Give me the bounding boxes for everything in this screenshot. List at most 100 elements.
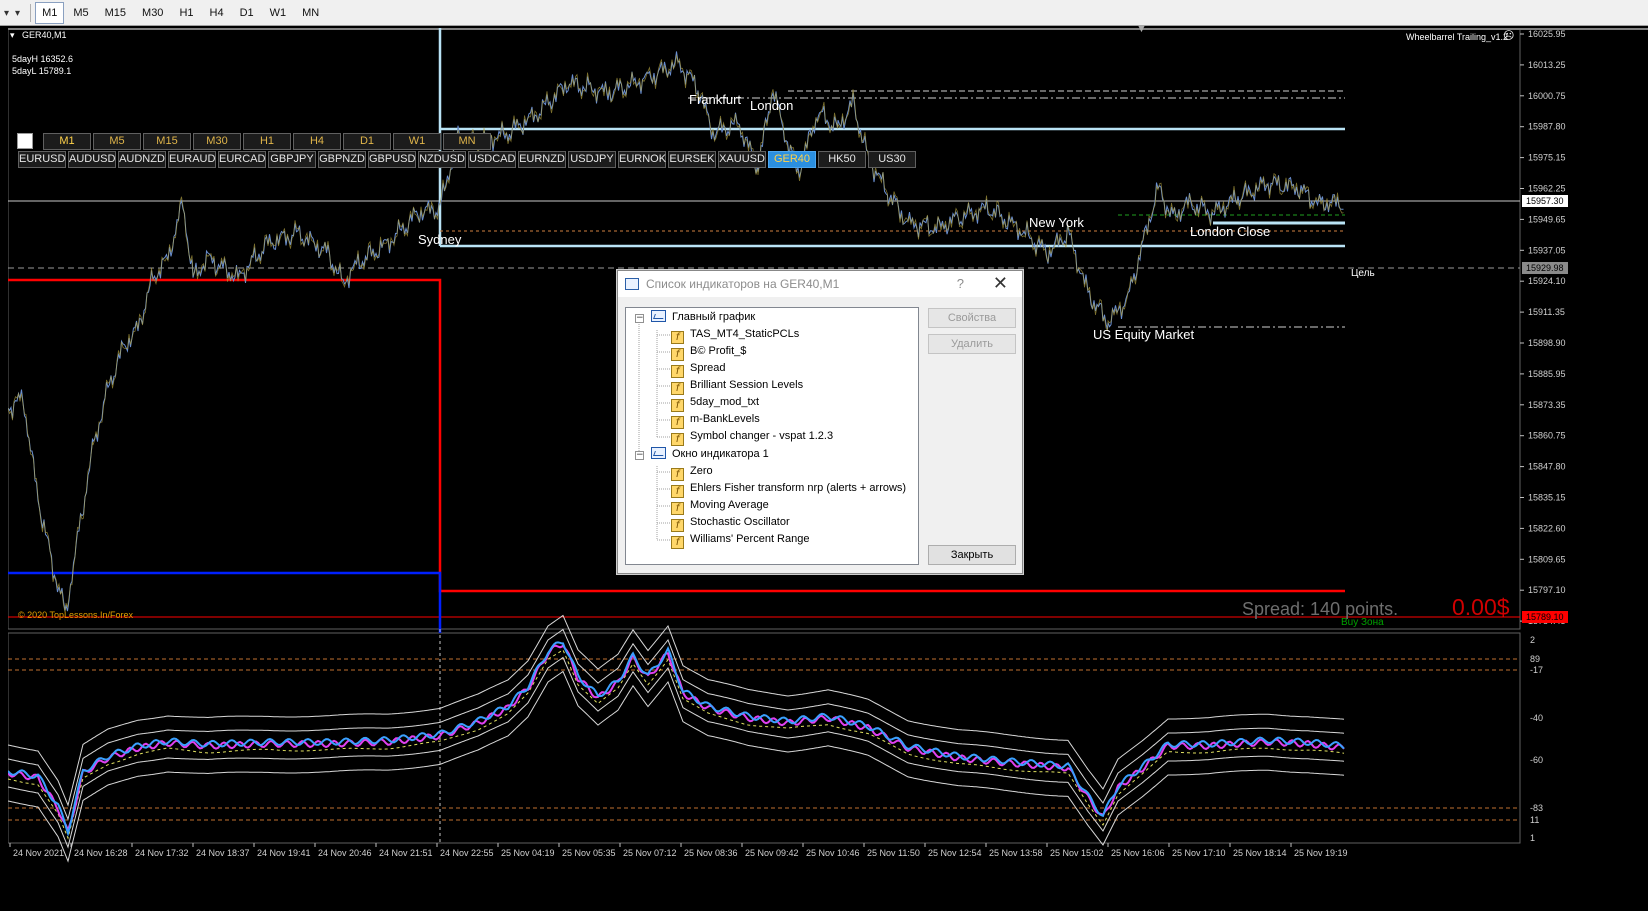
sc-symbol-eurnzd[interactable]: EURNZD xyxy=(518,151,566,168)
time-axis-label: 25 Nov 12:54 xyxy=(928,848,982,858)
sc-symbol-hk50[interactable]: HK50 xyxy=(818,151,866,168)
sc-symbol-eurcad[interactable]: EURCAD xyxy=(218,151,266,168)
envelope-band-line xyxy=(7,670,1345,863)
time-axis-label: 24 Nov 20:46 xyxy=(318,848,372,858)
sc-symbol-gbpjpy[interactable]: GBPJPY xyxy=(268,151,316,168)
sc-symbol-gbpnzd[interactable]: GBPNZD xyxy=(318,151,366,168)
price-axis-label: 15860.75 xyxy=(1528,431,1566,441)
time-axis-label: 25 Nov 08:36 xyxy=(684,848,738,858)
tree-indicator-item[interactable]: f m-BankLevels xyxy=(671,411,760,429)
sc-symbol-nzdusd[interactable]: NZDUSD xyxy=(418,151,466,168)
sc-symbol-ger40[interactable]: GER40 xyxy=(768,151,816,168)
price-axis-label: 15937.05 xyxy=(1528,245,1566,255)
sc-symbol-usdcad[interactable]: USDCAD xyxy=(468,151,516,168)
price-axis-label: 15911.35 xyxy=(1528,307,1565,317)
sc-symbol-xauusd[interactable]: XAUUSD xyxy=(718,151,766,168)
toolbar-tf-m1[interactable]: M1 xyxy=(35,2,65,24)
target-price-tag: 15929.98 xyxy=(1526,263,1564,273)
price-axis-label: 15797.10 xyxy=(1528,585,1566,595)
toolbar-dropdown-icon-2[interactable]: ▾ xyxy=(15,8,20,19)
time-axis-label: 24 Nov 21:51 xyxy=(379,848,433,858)
sc-tf-m1[interactable]: M1 xyxy=(43,133,91,150)
tree-indicator-item[interactable]: f B© Profit_$ xyxy=(671,343,746,361)
sc-tf-w1[interactable]: W1 xyxy=(393,133,441,150)
price-axis-label: 15975.15 xyxy=(1528,153,1566,163)
sc-tf-mn[interactable]: MN xyxy=(443,133,491,150)
price-axis-label: 15949.65 xyxy=(1528,214,1566,224)
time-axis-label: 24 Nov 16:28 xyxy=(74,848,128,858)
toolbar-tf-d1[interactable]: D1 xyxy=(233,2,261,24)
sc-symbol-eurusd[interactable]: EURUSD xyxy=(18,151,66,168)
tree-indicator-label: Williams' Percent Range xyxy=(690,533,810,545)
time-axis-label: 24 Nov 22:55 xyxy=(440,848,494,858)
sc-tf-m15[interactable]: M15 xyxy=(143,133,191,150)
delete-button[interactable]: Удалить xyxy=(928,334,1016,354)
indicator-window-icon xyxy=(651,447,666,459)
tree-indicator-item[interactable]: f 5day_mod_txt xyxy=(671,394,759,412)
tree-indicator-item[interactable]: f Ehlers Fisher transform nrp (alerts + a… xyxy=(671,480,906,498)
properties-button[interactable]: Свойства xyxy=(928,308,1016,328)
sc-symbol-eursek[interactable]: EURSEK xyxy=(668,151,716,168)
collapse-sub-window-icon[interactable]: − xyxy=(635,451,644,460)
time-axis-label: 25 Nov 10:46 xyxy=(806,848,860,858)
symbol-changer-toggle[interactable] xyxy=(17,133,33,149)
sc-symbol-usdjpy[interactable]: USDJPY xyxy=(568,151,616,168)
sc-tf-m5[interactable]: M5 xyxy=(93,133,141,150)
tree-indicator-item[interactable]: f Brilliant Session Levels xyxy=(671,377,803,395)
sc-symbol-audusd[interactable]: AUDUSD xyxy=(68,151,116,168)
close-button[interactable]: Закрыть xyxy=(928,545,1016,565)
tree-sub-window-label: Окно индикатора 1 xyxy=(672,448,769,460)
tree-indicator-label: m-BankLevels xyxy=(690,413,760,425)
tree-indicator-item[interactable]: f Spread xyxy=(671,360,725,378)
tree-indicator-item[interactable]: f Moving Average xyxy=(671,497,769,515)
chart-collapse-icon[interactable]: ▾ xyxy=(10,30,15,41)
sc-symbol-us30[interactable]: US30 xyxy=(868,151,916,168)
tree-indicator-item[interactable]: f TAS_MT4_StaticPCLs xyxy=(671,326,800,344)
sc-tf-m30[interactable]: M30 xyxy=(193,133,241,150)
price-axis-label: 16025.95 xyxy=(1528,29,1566,39)
profit-text: 0.00$ xyxy=(1452,594,1510,620)
envelope-band-line xyxy=(7,628,1345,821)
session-label-us-equity: US Equity Market xyxy=(1093,327,1195,342)
toolbar-tf-m5[interactable]: M5 xyxy=(66,2,95,24)
time-axis-label: 25 Nov 17:10 xyxy=(1172,848,1226,858)
sub-axis-label: 2 xyxy=(1530,635,1535,645)
toolbar-dropdown-icon[interactable]: ▾ xyxy=(4,8,9,19)
ea-name: Wheelbarrel Trailing_v1.2 xyxy=(1406,32,1509,42)
tree-indicator-label: Stochastic Oscillator xyxy=(690,516,790,528)
sc-symbol-gbpusd[interactable]: GBPUSD xyxy=(368,151,416,168)
session-label-sydney: Sydney xyxy=(418,232,462,247)
sc-tf-h1[interactable]: H1 xyxy=(243,133,291,150)
tree-main-chart[interactable]: Главный график xyxy=(651,309,755,326)
tree-indicator-label: Symbol changer - vspat 1.2.3 xyxy=(690,430,834,442)
sc-symbol-euraud[interactable]: EURAUD xyxy=(168,151,216,168)
toolbar-tf-mn[interactable]: MN xyxy=(295,2,326,24)
indicator-tree[interactable]: − Главный график f TAS_MT4_StaticPCLs f B© … xyxy=(625,307,919,565)
price-axis-label: 15822.60 xyxy=(1528,523,1566,533)
price-axis-label: 15962.25 xyxy=(1528,184,1566,194)
tree-indicator-item[interactable]: f Symbol changer - vspat 1.2.3 xyxy=(671,428,834,446)
dialog-titlebar[interactable]: Список индикаторов на GER40,M1 ? ✕ xyxy=(618,271,1022,297)
tree-indicator-item[interactable]: f Zero xyxy=(671,463,713,481)
tree-indicator-item[interactable]: f Williams' Percent Range xyxy=(671,531,810,549)
current-price-tag: 15957.30 xyxy=(1526,196,1564,206)
sc-tf-h4[interactable]: H4 xyxy=(293,133,341,150)
help-button[interactable]: ? xyxy=(957,276,964,291)
toolbar-tf-h4[interactable]: H4 xyxy=(203,2,231,24)
symbol-changer-timeframes: M1 M5 M15 M30 H1 H4 D1 W1 MN xyxy=(43,133,491,150)
toolbar-tf-m30[interactable]: M30 xyxy=(135,2,170,24)
toolbar-tf-h1[interactable]: H1 xyxy=(172,2,200,24)
chart-shift-icon[interactable]: ▼ xyxy=(1138,24,1145,34)
sc-tf-d1[interactable]: D1 xyxy=(343,133,391,150)
sc-symbol-audnzd[interactable]: AUDNZD xyxy=(118,151,166,168)
collapse-main-chart-icon[interactable]: − xyxy=(635,314,644,323)
tree-indicator-item[interactable]: f Stochastic Oscillator xyxy=(671,514,790,532)
tree-indicator-label: TAS_MT4_StaticPCLs xyxy=(690,328,800,340)
toolbar-tf-w1[interactable]: W1 xyxy=(263,2,294,24)
sc-symbol-eurnok[interactable]: EURNOK xyxy=(618,151,666,168)
toolbar-tf-m15[interactable]: M15 xyxy=(98,2,133,24)
target-label: Цель xyxy=(1351,268,1375,279)
tree-sub-window[interactable]: Окно индикатора 1 xyxy=(651,446,769,463)
close-icon[interactable]: ✕ xyxy=(993,273,1008,294)
sub-axis-label: 1 xyxy=(1530,833,1535,843)
